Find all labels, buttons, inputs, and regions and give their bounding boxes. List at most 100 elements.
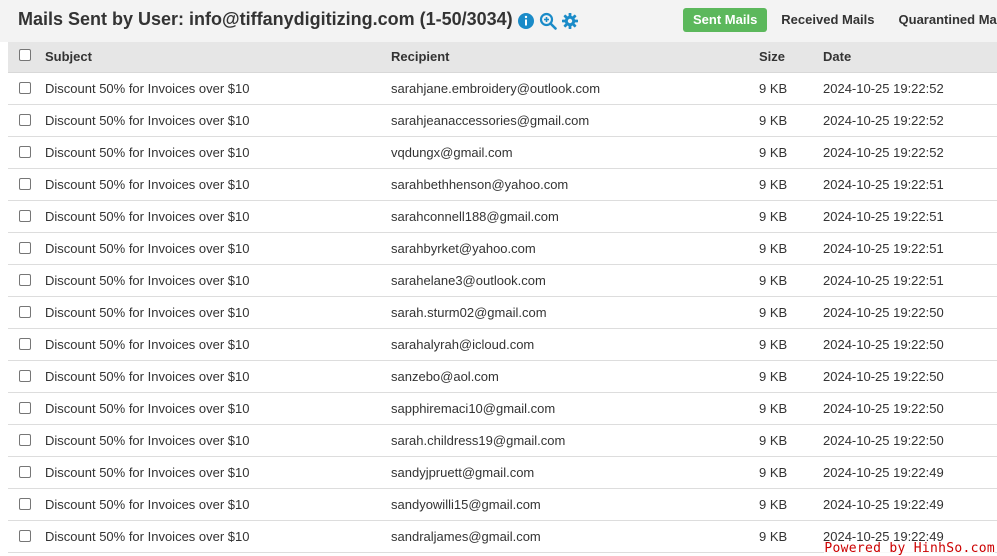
row-recipient: sarahconnell188@gmail.com [391, 209, 559, 224]
row-subject: Discount 50% for Invoices over $10 [45, 113, 250, 128]
row-date: 2024-10-25 19:22:50 [823, 305, 944, 320]
table-row[interactable]: Discount 50% for Invoices over $10 sarahb… [8, 233, 997, 265]
table-body: Discount 50% for Invoices over $10 sarahj… [8, 73, 997, 553]
row-checkbox[interactable] [19, 370, 31, 382]
row-size: 9 KB [759, 241, 788, 256]
row-checkbox[interactable] [19, 114, 31, 126]
row-checkbox[interactable] [19, 146, 31, 158]
row-checkbox[interactable] [19, 402, 31, 414]
row-checkbox[interactable] [19, 530, 31, 542]
row-subject: Discount 50% for Invoices over $10 [45, 273, 250, 288]
row-checkbox[interactable] [19, 306, 31, 318]
row-date: 2024-10-25 19:22:52 [823, 145, 944, 160]
row-checkbox[interactable] [19, 274, 31, 286]
row-date: 2024-10-25 19:22:50 [823, 369, 944, 384]
table-row[interactable]: Discount 50% for Invoices over $10 saraha… [8, 329, 997, 361]
header-icons [517, 12, 579, 30]
row-size: 9 KB [759, 529, 788, 544]
tab-quarantined-mails[interactable]: Quarantined Mai [887, 8, 997, 32]
row-date: 2024-10-25 19:22:51 [823, 273, 944, 288]
page-title: Mails Sent by User: info@tiffanydigitizi… [18, 9, 513, 29]
table-row[interactable]: Discount 50% for Invoices over $10 sarah.… [8, 425, 997, 457]
row-subject: Discount 50% for Invoices over $10 [45, 177, 250, 192]
row-size: 9 KB [759, 433, 788, 448]
row-subject: Discount 50% for Invoices over $10 [45, 241, 250, 256]
tab-received-mails[interactable]: Received Mails [769, 8, 886, 32]
row-recipient: sapphiremaci10@gmail.com [391, 401, 556, 416]
row-subject: Discount 50% for Invoices over $10 [45, 81, 250, 96]
row-date: 2024-10-25 19:22:52 [823, 113, 944, 128]
table-row[interactable]: Discount 50% for Invoices over $10 sapphi… [8, 393, 997, 425]
row-size: 9 KB [759, 81, 788, 96]
table-row[interactable]: Discount 50% for Invoices over $10 sarahj… [8, 105, 997, 137]
column-header-subject[interactable]: Subject [45, 49, 92, 64]
table-row[interactable]: Discount 50% for Invoices over $10 sarahc… [8, 201, 997, 233]
row-checkbox[interactable] [19, 242, 31, 254]
row-recipient: sarahjane.embroidery@outlook.com [391, 81, 601, 96]
row-size: 9 KB [759, 401, 788, 416]
row-size: 9 KB [759, 273, 788, 288]
column-header-recipient[interactable]: Recipient [391, 49, 450, 64]
row-size: 9 KB [759, 209, 788, 224]
row-size: 9 KB [759, 305, 788, 320]
row-checkbox[interactable] [19, 498, 31, 510]
row-checkbox[interactable] [19, 210, 31, 222]
table-row[interactable]: Discount 50% for Invoices over $10 sandyo… [8, 489, 997, 521]
row-size: 9 KB [759, 145, 788, 160]
info-icon[interactable] [517, 12, 535, 30]
tab-sent-mails[interactable]: Sent Mails [683, 8, 768, 32]
table-row[interactable]: Discount 50% for Invoices over $10 sanzeb… [8, 361, 997, 393]
row-date: 2024-10-25 19:22:50 [823, 401, 944, 416]
row-recipient: sandraljames@gmail.com [391, 529, 541, 544]
row-size: 9 KB [759, 113, 788, 128]
row-date: 2024-10-25 19:22:50 [823, 337, 944, 352]
watermark: Powered by HinhSo.com [824, 541, 995, 556]
row-recipient: sarahbethhenson@yahoo.com [391, 177, 569, 192]
column-header-date[interactable]: Date [823, 49, 851, 64]
row-checkbox[interactable] [19, 434, 31, 446]
select-all-checkbox[interactable] [19, 49, 31, 61]
row-checkbox[interactable] [19, 178, 31, 190]
column-header-size[interactable]: Size [759, 49, 785, 64]
search-zoom-icon[interactable] [539, 12, 557, 30]
table-row[interactable]: Discount 50% for Invoices over $10 sarahb… [8, 169, 997, 201]
row-date: 2024-10-25 19:22:49 [823, 497, 944, 512]
row-size: 9 KB [759, 337, 788, 352]
row-recipient: vqdungx@gmail.com [391, 145, 513, 160]
row-size: 9 KB [759, 497, 788, 512]
row-date: 2024-10-25 19:22:51 [823, 209, 944, 224]
row-recipient: sarahelane3@outlook.com [391, 273, 546, 288]
page-header: Mails Sent by User: info@tiffanydigitizi… [0, 0, 997, 42]
row-subject: Discount 50% for Invoices over $10 [45, 401, 250, 416]
row-recipient: sarahbyrket@yahoo.com [391, 241, 536, 256]
table-row[interactable]: Discount 50% for Invoices over $10 sandyj… [8, 457, 997, 489]
gear-icon[interactable] [561, 12, 579, 30]
row-recipient: sarahalyrah@icloud.com [391, 337, 535, 352]
row-date: 2024-10-25 19:22:52 [823, 81, 944, 96]
table-row[interactable]: Discount 50% for Invoices over $10 sarahe… [8, 265, 997, 297]
row-checkbox[interactable] [19, 82, 31, 94]
row-date: 2024-10-25 19:22:51 [823, 241, 944, 256]
table-row[interactable]: Discount 50% for Invoices over $10 sarah.… [8, 297, 997, 329]
table-row[interactable]: Discount 50% for Invoices over $10 vqdung… [8, 137, 997, 169]
row-recipient: sandyowilli15@gmail.com [391, 497, 541, 512]
mail-tabs: Sent Mails Received Mails Quarantined Ma… [683, 8, 997, 32]
row-subject: Discount 50% for Invoices over $10 [45, 337, 250, 352]
row-size: 9 KB [759, 177, 788, 192]
row-subject: Discount 50% for Invoices over $10 [45, 305, 250, 320]
row-subject: Discount 50% for Invoices over $10 [45, 369, 250, 384]
row-date: 2024-10-25 19:22:51 [823, 177, 944, 192]
row-recipient: sarah.sturm02@gmail.com [391, 305, 547, 320]
row-recipient: sarah.childress19@gmail.com [391, 433, 566, 448]
row-subject: Discount 50% for Invoices over $10 [45, 497, 250, 512]
table-row[interactable]: Discount 50% for Invoices over $10 sarahj… [8, 73, 997, 105]
row-recipient: sarahjeanaccessories@gmail.com [391, 113, 590, 128]
row-date: 2024-10-25 19:22:49 [823, 465, 944, 480]
row-size: 9 KB [759, 369, 788, 384]
row-subject: Discount 50% for Invoices over $10 [45, 529, 250, 544]
row-subject: Discount 50% for Invoices over $10 [45, 465, 250, 480]
row-recipient: sandyjpruett@gmail.com [391, 465, 535, 480]
row-date: 2024-10-25 19:22:50 [823, 433, 944, 448]
row-checkbox[interactable] [19, 338, 31, 350]
row-checkbox[interactable] [19, 466, 31, 478]
